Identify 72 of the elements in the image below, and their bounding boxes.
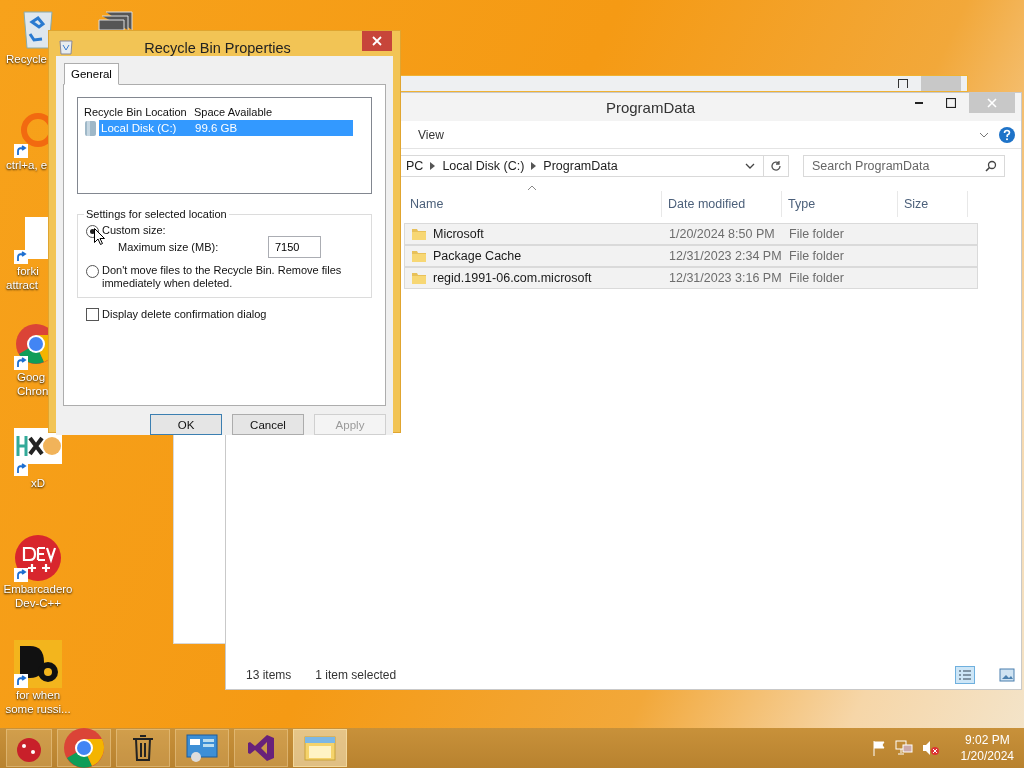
date-modified: 12/31/2023 3:16 PM xyxy=(668,271,783,285)
dialog-title: Recycle Bin Properties xyxy=(143,40,292,56)
list-column-header[interactable]: Recycle Bin Location xyxy=(84,105,194,118)
option-label: Don't move files to the Recycle Bin. Remove files immediately when deleted. xyxy=(102,264,343,290)
selection-status: 1 item selected xyxy=(315,668,397,682)
close-icon xyxy=(987,98,997,108)
drive-icon xyxy=(84,120,97,136)
file-name: Microsoft xyxy=(433,227,484,241)
file-row[interactable]: Package Cache 12/31/2023 2:34 PM File folder xyxy=(404,245,978,267)
file-type: File folder xyxy=(788,227,845,241)
max-size-field[interactable]: 7150 xyxy=(268,236,321,258)
ribbon-tab[interactable]: View xyxy=(418,125,444,144)
dialog-button[interactable]: OK xyxy=(150,414,222,435)
flag-icon[interactable] xyxy=(871,740,886,756)
thumbnail-view-icon[interactable] xyxy=(999,668,1015,682)
date-modified: 1/20/2024 8:50 PM xyxy=(668,227,776,241)
de-logo-icon xyxy=(14,640,62,688)
item-count: 13 items xyxy=(246,668,292,682)
maximize-icon[interactable] xyxy=(898,78,908,88)
chrome-icon xyxy=(62,726,106,768)
search-field[interactable]: Search ProgramData xyxy=(803,155,1005,177)
folder-window-icon xyxy=(304,734,336,762)
space-available: 99.6 GB xyxy=(195,122,239,134)
folder-icon xyxy=(411,271,427,285)
address-bar[interactable]: PC Local Disk (C:) ProgramData xyxy=(399,155,789,177)
control-panel-icon xyxy=(186,733,218,763)
breadcrumb-item[interactable]: PC xyxy=(406,159,424,173)
breadcrumb-item[interactable]: Local Disk (C:) xyxy=(442,159,525,173)
xd-logo-icon xyxy=(14,428,62,464)
file-name: Package Cache xyxy=(433,249,522,263)
minimize-icon xyxy=(914,102,924,104)
column-header[interactable]: Size xyxy=(898,191,968,217)
file-type: File folder xyxy=(788,271,845,285)
help-icon[interactable] xyxy=(999,126,1015,143)
file-row[interactable]: regid.1991-06.com.microsoft 12/31/2023 3:16 PM File folder xyxy=(404,267,978,289)
radio-button[interactable] xyxy=(86,265,99,278)
folder-icon xyxy=(411,227,427,241)
breadcrumb-arrow-icon xyxy=(430,162,436,170)
ornament-icon xyxy=(15,732,43,764)
chevron-down-icon[interactable] xyxy=(745,163,755,169)
devcpp-icon xyxy=(14,534,62,582)
stacked-windows-icon xyxy=(98,10,134,30)
visual-studio-icon xyxy=(246,733,276,763)
maximize-icon xyxy=(946,98,956,108)
network-icon[interactable] xyxy=(894,740,913,756)
option-label: Custom size: xyxy=(102,224,166,237)
file-name: regid.1991-06.com.microsoft xyxy=(433,271,592,285)
dialog-button[interactable]: Cancel xyxy=(232,414,304,435)
speaker-muted-icon[interactable] xyxy=(921,740,940,756)
chevron-down-icon[interactable] xyxy=(979,131,989,138)
column-header[interactable]: Date modified xyxy=(662,191,782,217)
column-header[interactable]: Type xyxy=(782,191,898,217)
search-icon xyxy=(985,160,997,172)
window-title: ProgramData xyxy=(605,98,696,116)
list-column-header[interactable]: Space Available xyxy=(194,105,353,118)
group-title: Settings for selected location xyxy=(85,208,228,220)
breadcrumb-item[interactable]: ProgramData xyxy=(543,159,618,173)
checkbox[interactable] xyxy=(86,308,99,321)
max-size-label: Maximum size (MB): xyxy=(118,241,220,253)
refresh-icon[interactable] xyxy=(770,160,782,172)
location-name: Local Disk (C:) xyxy=(101,122,178,134)
tab[interactable]: General xyxy=(64,63,119,85)
file-row[interactable]: Microsoft 1/20/2024 8:50 PM File folder xyxy=(404,223,978,245)
close-button[interactable] xyxy=(362,31,392,51)
column-header[interactable]: Name xyxy=(404,191,662,217)
date-modified: 12/31/2023 2:34 PM xyxy=(668,249,783,263)
breadcrumb-arrow-icon xyxy=(531,162,537,170)
file-type: File folder xyxy=(788,249,845,263)
checkbox-label: Display delete confirmation dialog xyxy=(102,308,267,321)
folder-icon xyxy=(411,249,427,263)
close-icon xyxy=(372,36,382,46)
trash-icon xyxy=(131,734,155,762)
